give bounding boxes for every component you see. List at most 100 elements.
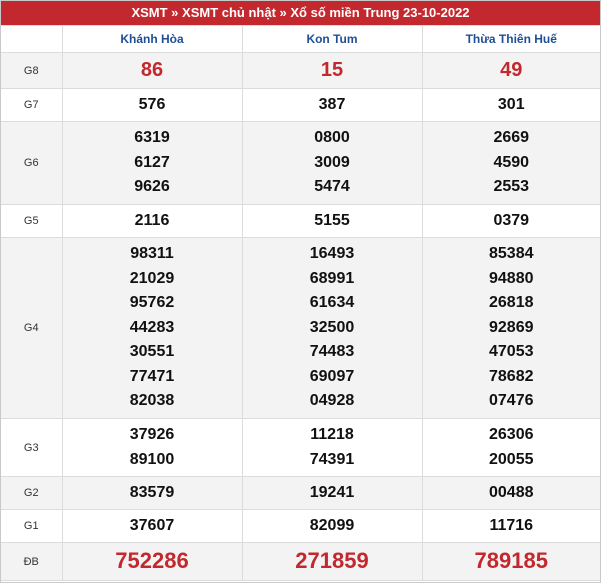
prize-row-g2: G2 83579 19241 00488 [1,476,600,510]
number: 2553 [493,178,530,196]
number: 82038 [129,392,175,410]
prize-row-g5: G5 2116 5155 0379 [1,204,600,238]
number: 5155 [314,211,350,229]
prize-label: G4 [1,237,63,419]
prize-value: 15 [241,52,423,89]
prize-row-g3: G3 37926 89100 11218 74391 26306 20055 [1,418,600,477]
number: 98311 [130,244,174,262]
prize-value: 271859 [241,542,423,581]
prize-value: 19241 [241,476,423,510]
number: 83579 [129,483,175,501]
number: 07476 [489,392,534,410]
prize-value: 11716 [421,509,600,543]
number: 61634 [309,294,355,312]
number: 0379 [493,211,530,229]
number: 5474 [314,178,350,196]
number: 82099 [309,516,355,534]
number: 15 [320,59,344,82]
prize-label: G8 [1,52,63,89]
prize-label: G3 [1,418,63,477]
number: 387 [318,95,346,113]
number: 86 [140,59,164,82]
number: 3009 [314,153,350,171]
corner-cell [1,25,63,53]
province-thua-thien-hue[interactable]: Thừa Thiên Huế [421,25,600,53]
prize-value: 37607 [61,509,243,543]
number: 2669 [493,129,530,147]
prize-value: 11218 74391 [241,418,423,477]
number: 00488 [489,483,534,501]
prize-value: 0379 [421,204,600,238]
province-khanh-hoa[interactable]: Khánh Hòa [61,25,243,53]
number: 6319 [134,129,170,147]
province-header-row: Khánh Hòa Kon Tum Thừa Thiên Huế [1,25,600,53]
number: 11716 [489,516,534,534]
prize-value: 752286 [61,542,243,581]
prize-value: 301 [421,88,600,122]
number: 26818 [489,294,534,312]
prize-label: G2 [1,476,63,510]
number: 21029 [129,269,175,287]
prize-value: 83579 [61,476,243,510]
number: 69097 [309,367,355,385]
number: 92869 [489,318,534,336]
prize-value: 16493 68991 61634 32500 74483 69097 0492… [241,237,423,419]
prize-label: G7 [1,88,63,122]
results-table: Khánh Hòa Kon Tum Thừa Thiên Huế G8 86 1… [1,25,600,581]
number: 789185 [474,548,548,574]
prize-value: 00488 [421,476,600,510]
number: 68991 [309,269,355,287]
number: 78682 [489,367,534,385]
number: 30551 [129,343,175,361]
prize-label: G5 [1,204,63,238]
prize-row-special: ĐB 752286 271859 789185 [1,542,600,581]
prize-value: 26306 20055 [421,418,600,477]
number: 20055 [489,450,534,468]
number: 74391 [309,450,355,468]
prize-value: 82099 [241,509,423,543]
prize-value: 576 [61,88,243,122]
prize-value: 37926 89100 [61,418,243,477]
prize-value: 5155 [241,204,423,238]
number: 32500 [309,318,355,336]
prize-row-g1: G1 37607 82099 11716 [1,509,600,543]
number: 11218 [310,425,354,443]
prize-value: 387 [241,88,423,122]
prize-value: 98311 21029 95762 44283 30551 77471 8203… [61,237,243,419]
number: 271859 [295,548,369,574]
number: 752286 [115,548,189,574]
prize-row-g4: G4 98311 21029 95762 44283 30551 77471 8… [1,237,600,419]
number: 9626 [134,178,170,196]
prize-value: 49 [421,52,600,89]
number: 85384 [489,244,534,262]
number: 19241 [309,483,355,501]
number: 16493 [309,244,355,262]
number: 74483 [309,343,355,361]
prize-row-g8: G8 86 15 49 [1,52,600,89]
results-title-bar[interactable]: XSMT » XSMT chủ nhật » Xổ số miền Trung … [1,1,600,25]
number: 49 [500,59,523,82]
lottery-results-widget: XSMT » XSMT chủ nhật » Xổ số miền Trung … [0,0,601,583]
prize-row-g6: G6 6319 6127 9626 0800 3009 5474 2669 45… [1,121,600,205]
number: 2116 [134,211,170,229]
prize-value: 2116 [61,204,243,238]
number: 576 [138,95,166,113]
prize-row-g7: G7 576 387 301 [1,88,600,122]
province-kon-tum[interactable]: Kon Tum [241,25,423,53]
prize-value: 85384 94880 26818 92869 47053 78682 0747… [421,237,600,419]
number: 95762 [129,294,175,312]
prize-label: G6 [1,121,63,205]
number: 301 [497,95,525,113]
number: 47053 [489,343,534,361]
number: 37607 [129,516,175,534]
prize-value: 6319 6127 9626 [61,121,243,205]
prize-label: ĐB [1,542,63,581]
number: 77471 [129,367,175,385]
number: 37926 [129,425,175,443]
number: 6127 [134,153,170,171]
prize-value: 86 [61,52,243,89]
results-title[interactable]: XSMT » XSMT chủ nhật » Xổ số miền Trung … [131,5,469,20]
number: 89100 [129,450,175,468]
number: 26306 [489,425,534,443]
number: 0800 [314,129,350,147]
